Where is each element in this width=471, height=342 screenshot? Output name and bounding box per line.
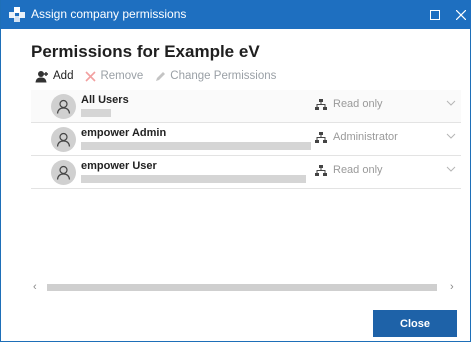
user-detail-redacted	[81, 175, 306, 183]
role-select[interactable]: Administrator	[315, 131, 398, 143]
user-name: All Users	[81, 94, 129, 106]
toolbar: Add Remove Change Permissions	[35, 67, 288, 85]
role-label: Read only	[333, 164, 383, 176]
horizontal-scrollbar[interactable]: ‹ ›	[31, 280, 461, 294]
user-name: empower Admin	[81, 127, 167, 139]
permissions-list: All Users Read only empower Admin Admini…	[31, 90, 461, 189]
chevron-down-icon[interactable]	[446, 166, 456, 173]
avatar	[51, 94, 76, 119]
user-icon	[56, 165, 71, 180]
close-icon	[456, 9, 466, 20]
add-user-icon	[35, 70, 48, 82]
hierarchy-icon	[315, 98, 327, 110]
maximize-icon	[430, 9, 440, 20]
role-select[interactable]: Read only	[315, 164, 383, 176]
close-window-button[interactable]	[443, 0, 471, 29]
avatar	[51, 160, 76, 185]
user-icon	[56, 132, 71, 147]
user-name: empower User	[81, 160, 157, 172]
user-detail-redacted	[81, 142, 311, 150]
add-button[interactable]: Add	[35, 70, 73, 83]
change-permissions-label: Change Permissions	[170, 70, 277, 82]
add-label: Add	[53, 70, 74, 82]
remove-button[interactable]: Remove	[85, 70, 143, 82]
title-bar: Assign company permissions	[1, 0, 471, 29]
chevron-down-icon[interactable]	[446, 133, 456, 140]
user-detail-redacted	[81, 109, 111, 117]
role-label: Read only	[333, 98, 383, 110]
user-icon	[56, 99, 71, 114]
page-title: Permissions for Example eV	[31, 42, 260, 61]
avatar	[51, 127, 76, 152]
scroll-right-icon[interactable]: ›	[450, 281, 454, 293]
remove-icon	[85, 70, 97, 82]
chevron-down-icon[interactable]	[446, 100, 456, 107]
list-item[interactable]: empower Admin Administrator	[31, 123, 461, 156]
close-button[interactable]: Close	[373, 310, 457, 337]
app-icon	[9, 7, 25, 22]
remove-label: Remove	[100, 70, 144, 82]
dialog-window: Assign company permissions Permissions f…	[0, 0, 471, 342]
pencil-icon	[156, 71, 166, 81]
role-select[interactable]: Read only	[315, 98, 383, 110]
list-item[interactable]: empower User Read only	[31, 156, 461, 189]
hierarchy-icon	[315, 131, 327, 143]
change-permissions-button[interactable]: Change Permissions	[155, 70, 276, 82]
list-item[interactable]: All Users Read only	[31, 90, 461, 123]
window-title: Assign company permissions	[31, 7, 187, 21]
scrollbar-thumb[interactable]	[47, 284, 437, 291]
scroll-left-icon[interactable]: ‹	[33, 281, 37, 293]
role-label: Administrator	[333, 131, 398, 143]
hierarchy-icon	[315, 164, 327, 176]
